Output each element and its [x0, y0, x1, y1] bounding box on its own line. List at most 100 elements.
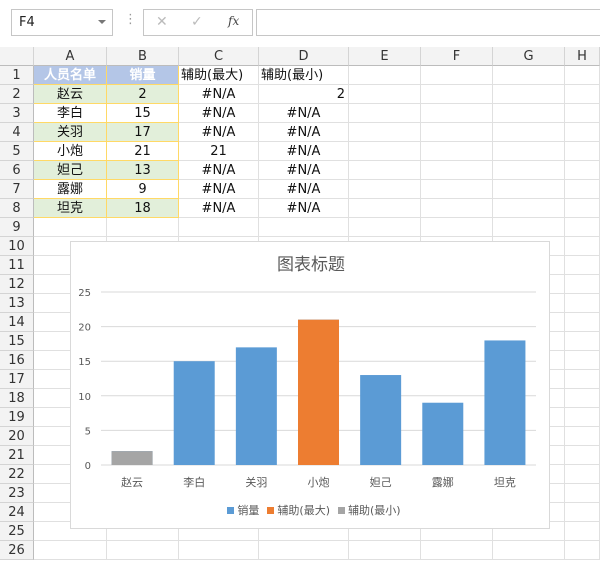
- cell-H8[interactable]: [565, 199, 600, 218]
- cell-E26[interactable]: [349, 541, 421, 560]
- cell-F6[interactable]: [421, 161, 493, 180]
- row-header-24[interactable]: 24: [0, 503, 34, 522]
- cell-F3[interactable]: [421, 104, 493, 123]
- cell-D9[interactable]: [259, 218, 349, 237]
- cell-F9[interactable]: [421, 218, 493, 237]
- cell-H23[interactable]: [565, 484, 600, 503]
- cell-D4[interactable]: #N/A: [259, 123, 349, 142]
- legend-label[interactable]: 销量: [237, 504, 259, 517]
- cell-C7[interactable]: #N/A: [179, 180, 259, 199]
- cell-G1[interactable]: [493, 66, 565, 85]
- bar-销量-露娜[interactable]: [422, 402, 464, 465]
- cell-H26[interactable]: [565, 541, 600, 560]
- row-header-22[interactable]: 22: [0, 465, 34, 484]
- cell-H19[interactable]: [565, 408, 600, 427]
- cell-F7[interactable]: [421, 180, 493, 199]
- cell-H4[interactable]: [565, 123, 600, 142]
- cell-F5[interactable]: [421, 142, 493, 161]
- cell-E5[interactable]: [349, 142, 421, 161]
- cell-H15[interactable]: [565, 332, 600, 351]
- cell-H3[interactable]: [565, 104, 600, 123]
- row-header-20[interactable]: 20: [0, 427, 34, 446]
- cell-C9[interactable]: [179, 218, 259, 237]
- fx-icon[interactable]: fx: [228, 14, 239, 28]
- cell-H24[interactable]: [565, 503, 600, 522]
- cell-E1[interactable]: [349, 66, 421, 85]
- row-header-1[interactable]: 1: [0, 66, 34, 85]
- bar-销量-妲己[interactable]: [360, 375, 402, 465]
- cell-B5[interactable]: 21: [107, 142, 179, 161]
- cell-B3[interactable]: 15: [107, 104, 179, 123]
- column-header-C[interactable]: C: [179, 47, 259, 66]
- row-header-9[interactable]: 9: [0, 218, 34, 237]
- row-header-21[interactable]: 21: [0, 446, 34, 465]
- cell-C26[interactable]: [179, 541, 259, 560]
- cell-E2[interactable]: [349, 85, 421, 104]
- cell-G2[interactable]: [493, 85, 565, 104]
- row-header-16[interactable]: 16: [0, 351, 34, 370]
- column-header-H[interactable]: H: [565, 47, 600, 66]
- cell-A7[interactable]: 露娜: [34, 180, 107, 199]
- cell-H17[interactable]: [565, 370, 600, 389]
- column-header-B[interactable]: B: [107, 47, 179, 66]
- cell-H2[interactable]: [565, 85, 600, 104]
- cell-B7[interactable]: 9: [107, 180, 179, 199]
- chevron-down-icon[interactable]: [98, 20, 106, 24]
- cancel-icon[interactable]: ✕: [156, 14, 168, 30]
- cell-H21[interactable]: [565, 446, 600, 465]
- row-header-19[interactable]: 19: [0, 408, 34, 427]
- cell-G5[interactable]: [493, 142, 565, 161]
- row-header-2[interactable]: 2: [0, 85, 34, 104]
- row-header-5[interactable]: 5: [0, 142, 34, 161]
- cell-G26[interactable]: [493, 541, 565, 560]
- cell-H1[interactable]: [565, 66, 600, 85]
- row-header-6[interactable]: 6: [0, 161, 34, 180]
- chart-title[interactable]: 图表标题: [277, 255, 345, 275]
- cell-G6[interactable]: [493, 161, 565, 180]
- cell-B6[interactable]: 13: [107, 161, 179, 180]
- cell-A9[interactable]: [34, 218, 107, 237]
- cell-B1[interactable]: 销量: [107, 66, 179, 85]
- cell-E6[interactable]: [349, 161, 421, 180]
- cell-G3[interactable]: [493, 104, 565, 123]
- cell-H5[interactable]: [565, 142, 600, 161]
- row-header-12[interactable]: 12: [0, 275, 34, 294]
- row-header-25[interactable]: 25: [0, 522, 34, 541]
- cell-C4[interactable]: #N/A: [179, 123, 259, 142]
- cell-H22[interactable]: [565, 465, 600, 484]
- cell-F26[interactable]: [421, 541, 493, 560]
- cell-B26[interactable]: [107, 541, 179, 560]
- legend-label[interactable]: 辅助(最大): [277, 504, 330, 517]
- cell-A6[interactable]: 妲己: [34, 161, 107, 180]
- cell-H13[interactable]: [565, 294, 600, 313]
- row-header-18[interactable]: 18: [0, 389, 34, 408]
- bar-销量-坦克[interactable]: [484, 340, 526, 465]
- cell-H12[interactable]: [565, 275, 600, 294]
- row-header-10[interactable]: 10: [0, 237, 34, 256]
- cell-D6[interactable]: #N/A: [259, 161, 349, 180]
- column-header-G[interactable]: G: [493, 47, 565, 66]
- formula-input[interactable]: [256, 9, 600, 36]
- cell-G4[interactable]: [493, 123, 565, 142]
- cell-D8[interactable]: #N/A: [259, 199, 349, 218]
- cell-A26[interactable]: [34, 541, 107, 560]
- cell-F4[interactable]: [421, 123, 493, 142]
- cell-D1[interactable]: 辅助(最小): [259, 66, 349, 85]
- cell-D7[interactable]: #N/A: [259, 180, 349, 199]
- legend-label[interactable]: 辅助(最小): [348, 504, 401, 517]
- cell-H16[interactable]: [565, 351, 600, 370]
- cell-C6[interactable]: #N/A: [179, 161, 259, 180]
- bar-辅助(最小)-赵云[interactable]: [111, 451, 153, 465]
- cell-H11[interactable]: [565, 256, 600, 275]
- cell-G8[interactable]: [493, 199, 565, 218]
- cell-E8[interactable]: [349, 199, 421, 218]
- cell-E7[interactable]: [349, 180, 421, 199]
- cell-B2[interactable]: 2: [107, 85, 179, 104]
- cell-E9[interactable]: [349, 218, 421, 237]
- cell-F1[interactable]: [421, 66, 493, 85]
- row-header-3[interactable]: 3: [0, 104, 34, 123]
- row-header-14[interactable]: 14: [0, 313, 34, 332]
- cell-C2[interactable]: #N/A: [179, 85, 259, 104]
- cell-H6[interactable]: [565, 161, 600, 180]
- cell-H20[interactable]: [565, 427, 600, 446]
